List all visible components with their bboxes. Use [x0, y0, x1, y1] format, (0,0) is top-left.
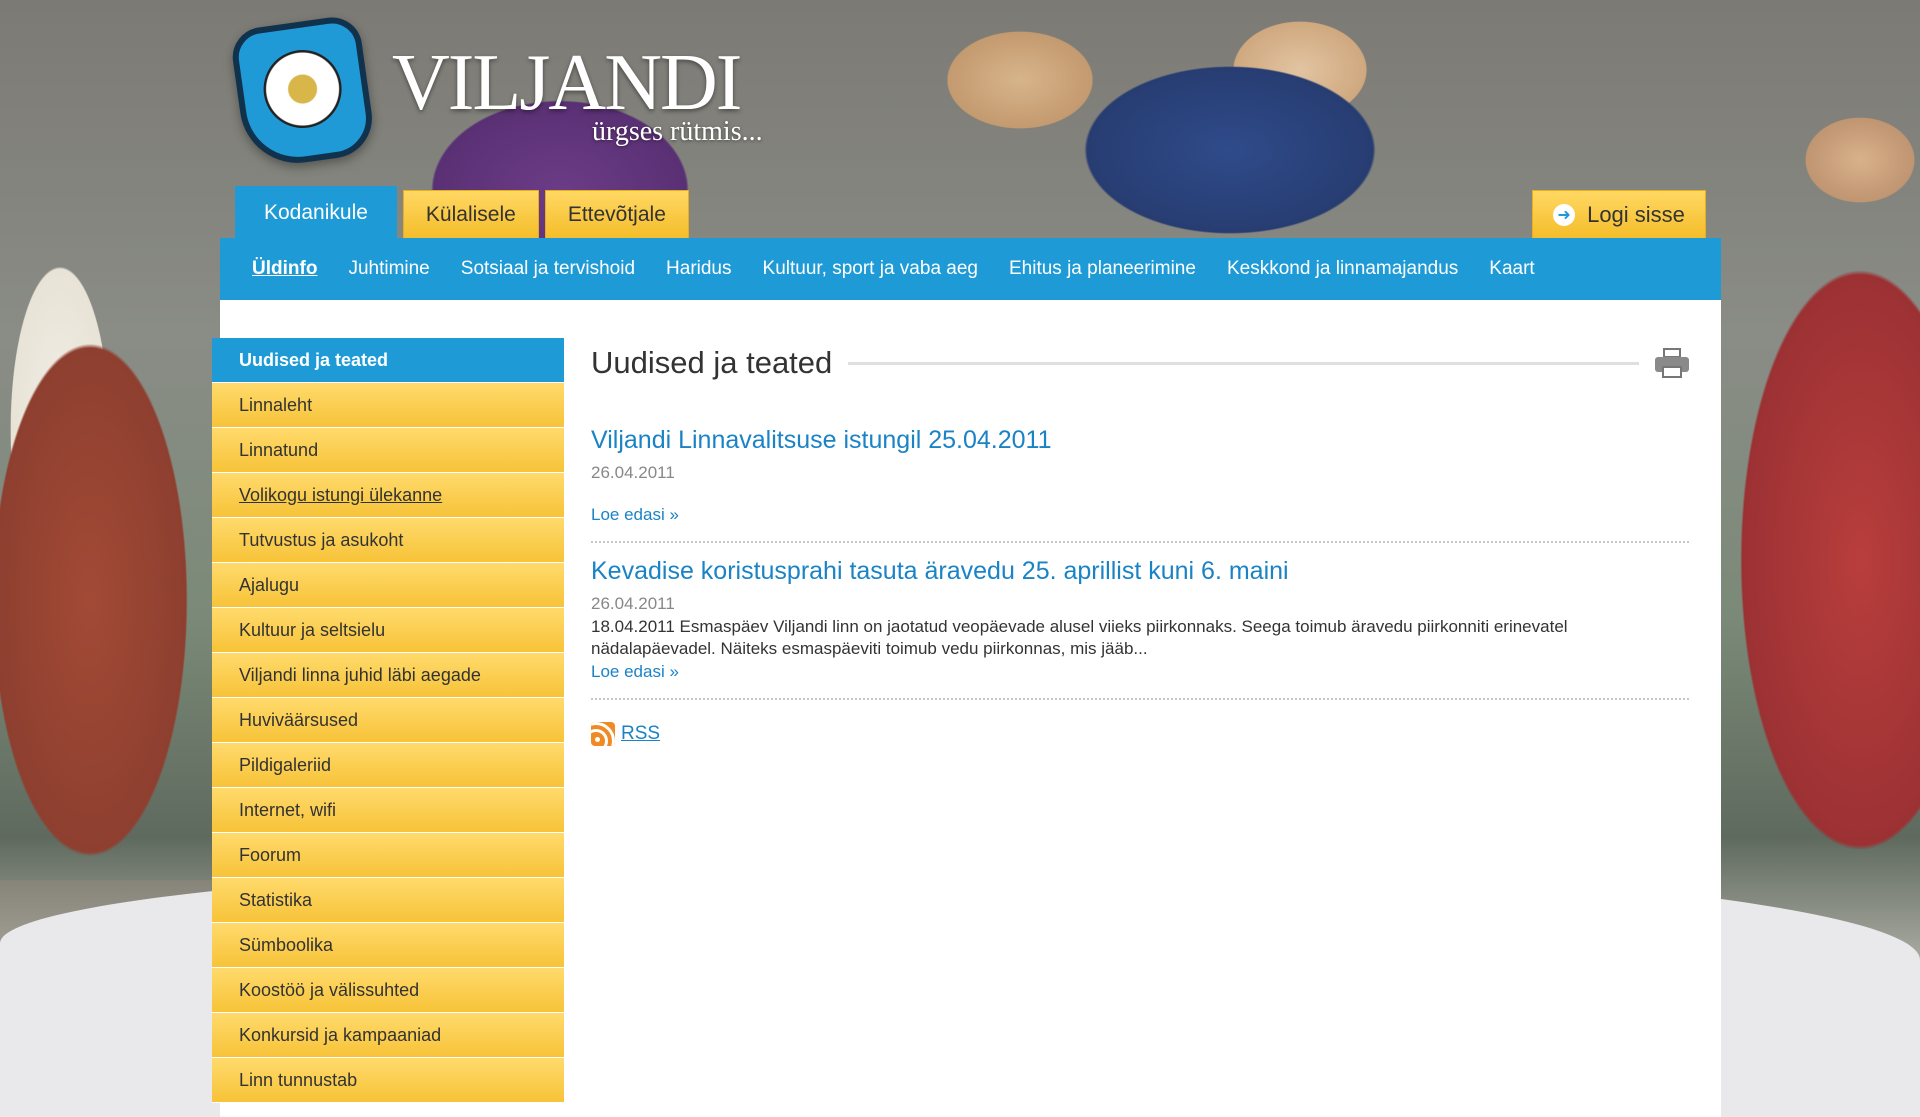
sidebar-item-konkursid[interactable]: Konkursid ja kampaaniad [212, 1013, 564, 1058]
sidebar-item-volikogu[interactable]: Volikogu istungi ülekanne [212, 473, 564, 518]
sidebar-item-foorum[interactable]: Foorum [212, 833, 564, 878]
read-more-link[interactable]: Loe edasi » [591, 505, 679, 525]
nav-item-ehitus[interactable]: Ehitus ja planeerimine [1009, 258, 1196, 280]
news-list: Viljandi Linnavalitsuse istungil 25.04.2… [591, 426, 1689, 700]
sidebar-item-juhid[interactable]: Viljandi linna juhid läbi aegade [212, 653, 564, 698]
news-date: 26.04.2011 [591, 594, 675, 613]
nav-item-sotsiaal[interactable]: Sotsiaal ja tervishoid [461, 258, 635, 280]
news-item: Kevadise koristusprahi tasuta äravedu 25… [591, 557, 1689, 700]
sidebar-item-huvivaarsused[interactable]: Huviväärsused [212, 698, 564, 743]
sidebar-item-tutvustus[interactable]: Tutvustus ja asukoht [212, 518, 564, 563]
news-date: 26.04.2011 [591, 463, 675, 482]
sidebar-item-label: Statistika [239, 889, 313, 910]
sidebar-item-linnaleht[interactable]: Linnaleht [212, 383, 564, 428]
rss-icon[interactable] [591, 722, 615, 746]
login-button[interactable]: ➜ Logi sisse [1532, 190, 1706, 238]
sidebar-item-label: Tutvustus ja asukoht [239, 529, 404, 550]
sidebar-item-linn-tunnustab[interactable]: Linn tunnustab [212, 1058, 564, 1103]
nav-item-uldinfo[interactable]: Üldinfo [252, 258, 317, 302]
rose-emblem-icon [258, 44, 347, 134]
page-title: Uudised ja teated [591, 345, 833, 380]
sidebar-item-label: Huviväärsused [239, 709, 359, 730]
page-header: Uudised ja teated [591, 338, 1689, 388]
sidebar-item-internet[interactable]: Internet, wifi [212, 788, 564, 833]
sidebar-menu: Uudised ja teated Linnaleht Linnatund Vo… [212, 338, 564, 1103]
sidebar-item-linnatund[interactable]: Linnatund [212, 428, 564, 473]
sidebar-item-label: Sümboolika [239, 934, 334, 955]
tab-kodanikule[interactable]: Kodanikule [235, 186, 397, 238]
news-title-link[interactable]: Viljandi Linnavalitsuse istungil 25.04.2… [591, 426, 1052, 455]
sidebar-item-label: Internet, wifi [239, 799, 337, 820]
sidebar-item-label: Kultuur ja seltsielu [239, 619, 386, 640]
sidebar-item-label: Linnaleht [239, 394, 313, 415]
sidebar-item-label: Linn tunnustab [239, 1069, 358, 1090]
sidebar-item-label: Konkursid ja kampaaniad [239, 1024, 442, 1045]
sidebar-item-label: Volikogu istungi ülekanne [239, 484, 443, 505]
news-title-link[interactable]: Kevadise koristusprahi tasuta äravedu 25… [591, 557, 1289, 586]
sidebar-item-label: Uudised ja teated [239, 349, 389, 370]
news-summary: 18.04.2011 Esmaspäev Viljandi linn on ja… [591, 617, 1568, 658]
nav-item-kaart[interactable]: Kaart [1489, 258, 1534, 280]
login-label: Logi sisse [1587, 201, 1685, 227]
rss-link[interactable]: RSS [621, 723, 660, 745]
sidebar-item-pildigaleriid[interactable]: Pildigaleriid [212, 743, 564, 788]
nav-item-keskkond[interactable]: Keskkond ja linnamajandus [1227, 258, 1458, 280]
sidebar-item-label: Pildigaleriid [239, 754, 332, 775]
sidebar-item-uudised[interactable]: Uudised ja teated [212, 338, 564, 383]
sidebar-item-label: Koostöö ja välissuhted [239, 979, 420, 1000]
read-more-link[interactable]: Loe edasi » [591, 662, 679, 682]
main-content: Uudised ja teated Viljandi Linnavalitsus… [591, 338, 1689, 746]
nav-item-haridus[interactable]: Haridus [666, 258, 731, 280]
audience-tabs: Kodanikule Külalisele Ettevõtjale [235, 186, 689, 238]
news-item: Viljandi Linnavalitsuse istungil 25.04.2… [591, 426, 1689, 543]
arrow-right-icon: ➜ [1553, 203, 1576, 226]
main-navigation: Üldinfo Juhtimine Sotsiaal ja tervishoid… [220, 238, 1721, 302]
sidebar-item-ajalugu[interactable]: Ajalugu [212, 563, 564, 608]
sidebar-item-koostoo[interactable]: Koostöö ja välissuhted [212, 968, 564, 1013]
sidebar-item-statistika[interactable]: Statistika [212, 878, 564, 923]
tab-kulalisele[interactable]: Külalisele [402, 190, 539, 238]
sidebar-item-label: Foorum [239, 844, 302, 865]
sidebar-item-sumboolika[interactable]: Sümboolika [212, 923, 564, 968]
rss-feed: RSS [591, 722, 1689, 746]
sidebar-item-label: Linnatund [239, 439, 319, 460]
site-slogan: ürgses rütmis... [592, 116, 763, 147]
sidebar-item-kultuur[interactable]: Kultuur ja seltsielu [212, 608, 564, 653]
nav-item-juhtimine[interactable]: Juhtimine [348, 258, 429, 280]
nav-item-kultuur[interactable]: Kultuur, sport ja vaba aeg [763, 258, 978, 280]
header-divider [848, 361, 1639, 365]
tab-ettevotjale[interactable]: Ettevõtjale [544, 190, 689, 238]
sidebar-item-label: Ajalugu [239, 574, 300, 595]
print-icon[interactable] [1655, 348, 1689, 378]
sidebar-item-label: Viljandi linna juhid läbi aegade [239, 664, 481, 685]
